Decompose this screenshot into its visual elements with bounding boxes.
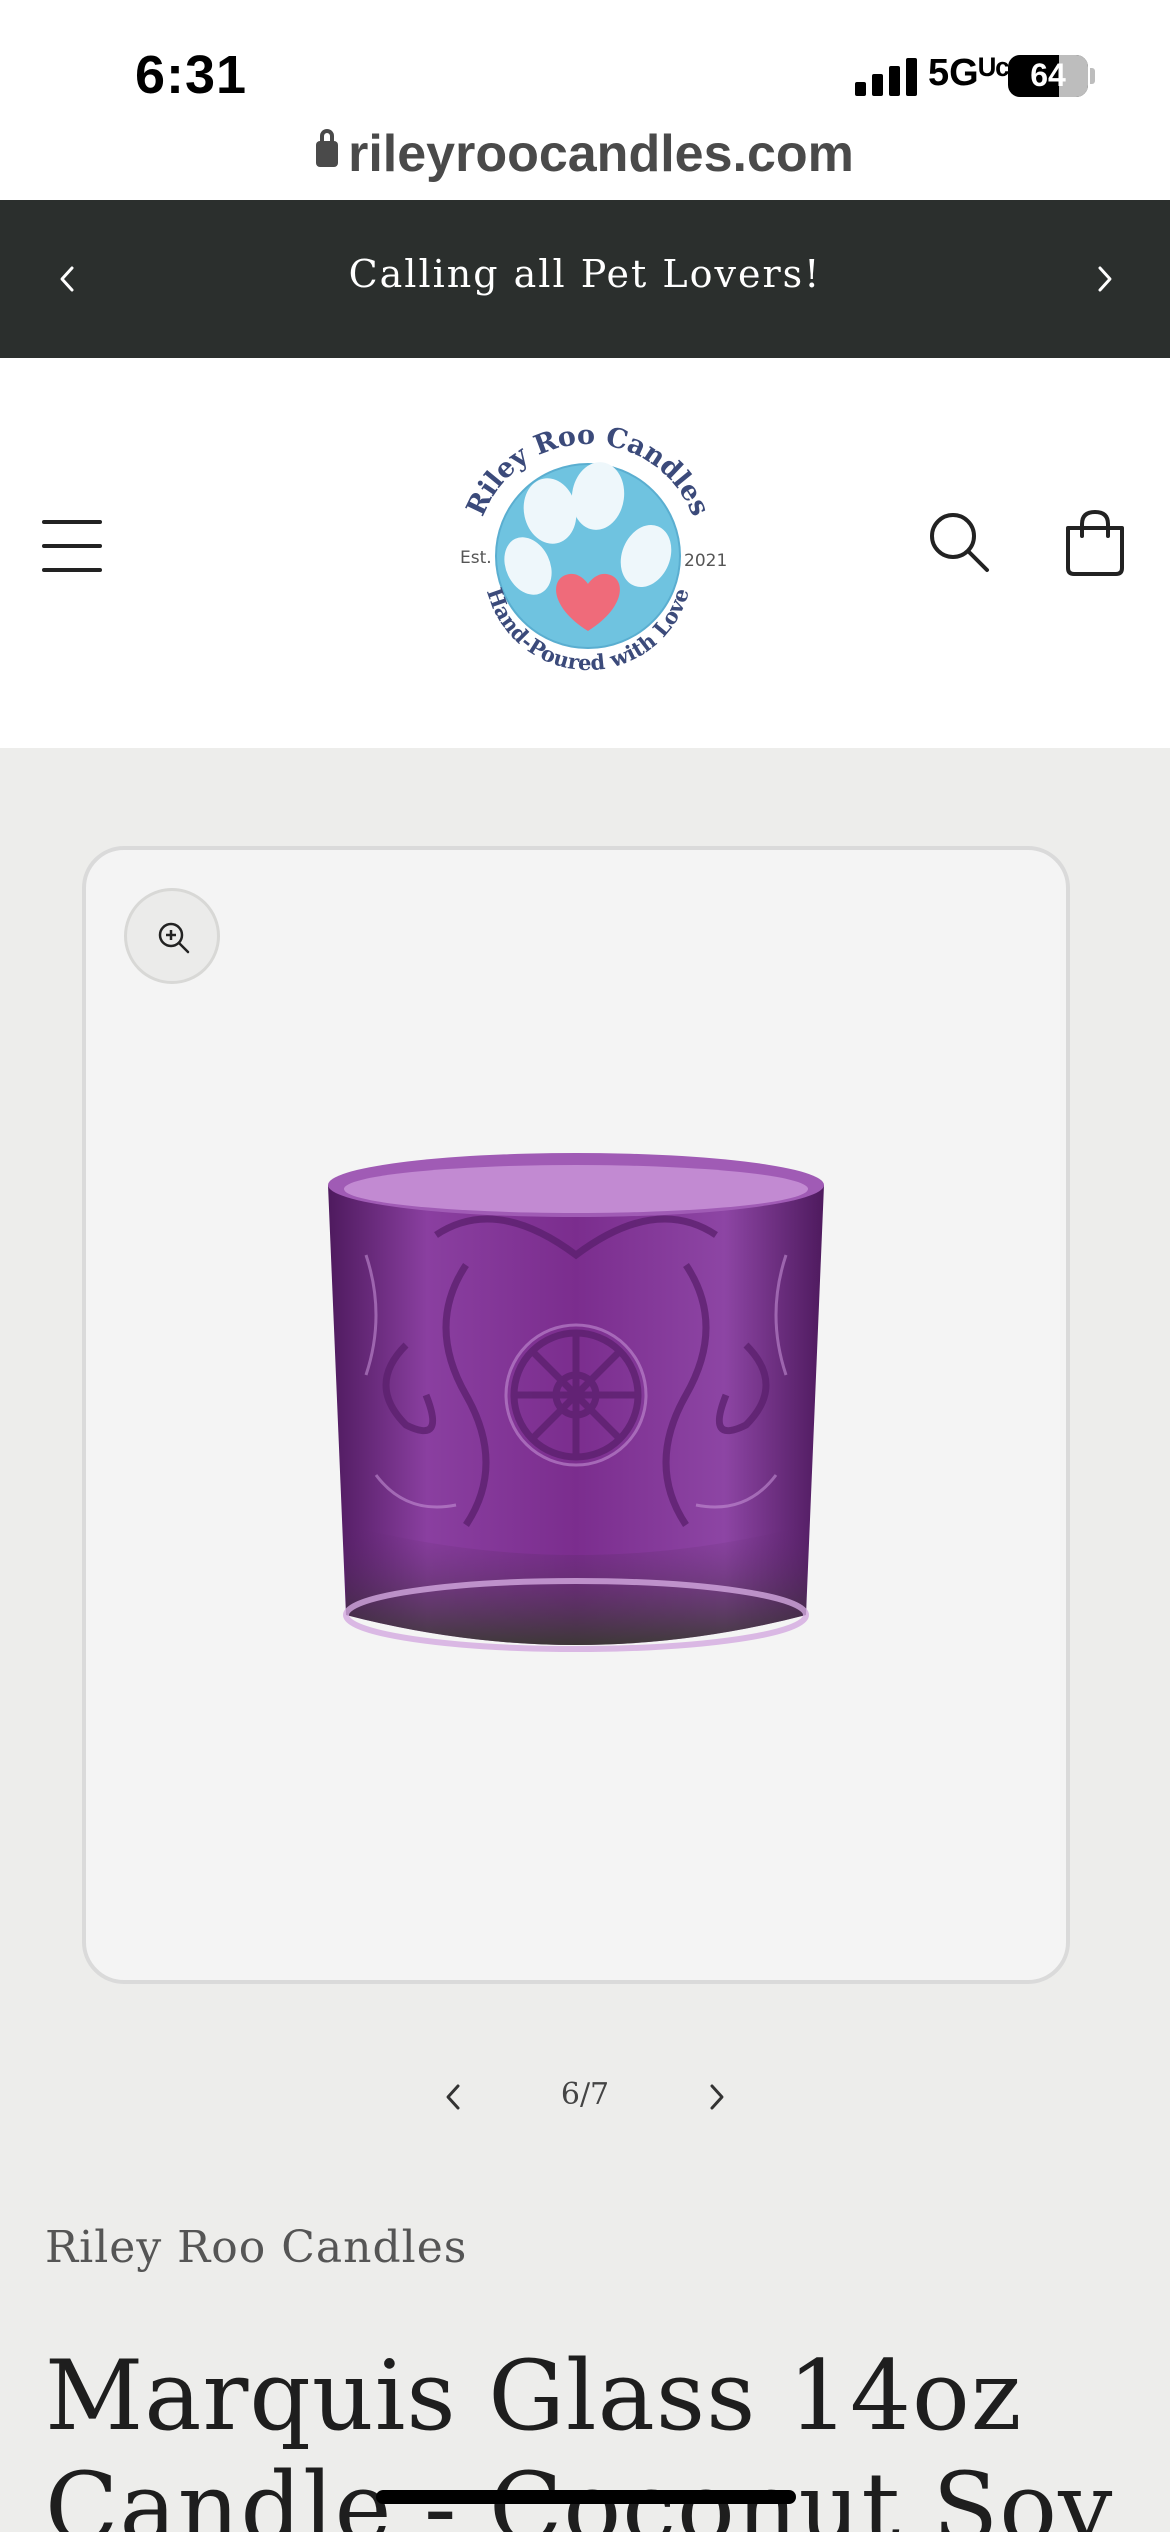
status-time: 6:31 — [135, 45, 248, 105]
zoom-in-icon — [158, 922, 190, 954]
logo-right-text: 2021 — [684, 551, 727, 571]
product-gallery[interactable] — [82, 846, 1070, 1984]
search-button[interactable] — [925, 508, 995, 578]
url-bar[interactable]: rileyroocandles.com — [0, 120, 1170, 200]
gallery-counter: 6/7 — [560, 2077, 610, 2112]
site-header: Riley Roo Candles Hand-Poured with Love … — [0, 358, 1170, 748]
chevron-right-icon — [710, 2084, 724, 2110]
lock-icon — [316, 129, 339, 167]
cart-button[interactable] — [1060, 508, 1130, 578]
url-text: rileyroocandles.com — [348, 125, 854, 183]
product-image — [328, 1153, 824, 1652]
battery-nub — [1090, 68, 1095, 84]
announcement-bar: Calling all Pet Lovers! — [0, 200, 1170, 358]
menu-button[interactable] — [42, 518, 104, 574]
gallery-prev-button[interactable] — [428, 2072, 478, 2122]
gallery-next-button[interactable] — [692, 2072, 742, 2122]
battery-percent: 64 — [1030, 57, 1066, 93]
shopping-bag-icon — [1066, 509, 1124, 576]
announcement-text: Calling all Pet Lovers! — [348, 252, 822, 296]
product-vendor: Riley Roo Candles — [45, 2222, 468, 2273]
status-bar: 6:31 5Gᵁᶜ 64 — [0, 0, 1170, 140]
zoom-button[interactable] — [124, 888, 220, 984]
url-row: rileyroocandles.com — [0, 124, 1170, 184]
network-label: 5Gᵁᶜ — [928, 52, 1010, 94]
battery-icon: 64 — [1008, 55, 1088, 97]
logo-icon[interactable]: Riley Roo Candles Hand-Poured with Love … — [438, 406, 738, 706]
logo-left-text: Est. — [460, 548, 492, 568]
announcement-next-button[interactable] — [1080, 254, 1130, 304]
home-indicator[interactable] — [376, 2490, 796, 2504]
signal-icon — [855, 56, 917, 96]
chevron-left-icon — [446, 2084, 460, 2110]
chevron-right-icon — [1098, 266, 1112, 292]
search-icon — [930, 513, 989, 572]
